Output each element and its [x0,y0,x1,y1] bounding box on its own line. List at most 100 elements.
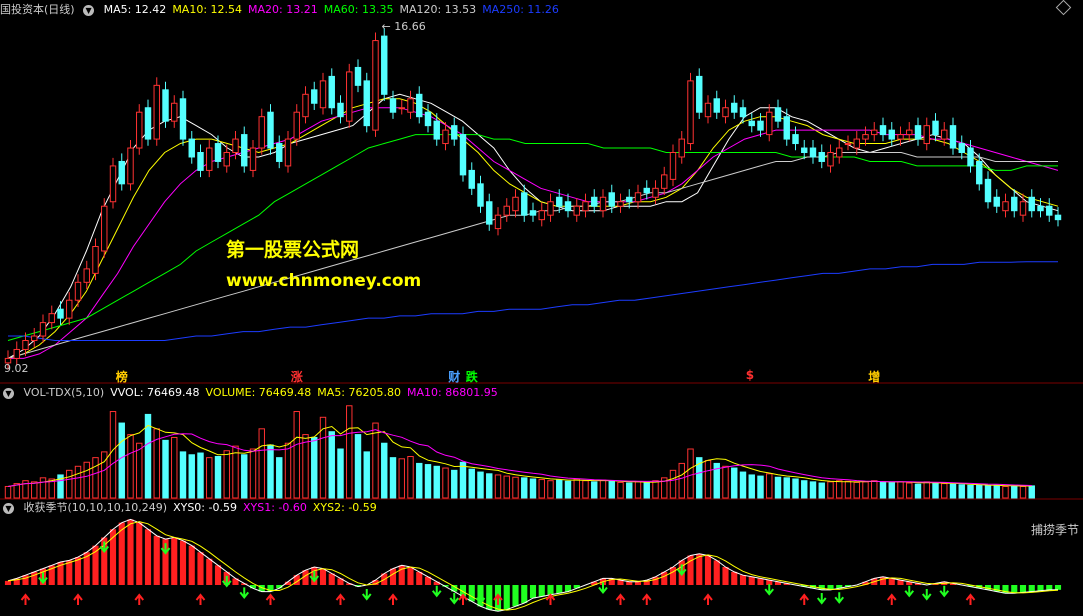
event-marker-4[interactable]: $ [746,368,754,382]
volume-bar [127,434,134,499]
vol-label-1: VVOL: 76469.48 [110,386,200,399]
buy-arrow-icon [265,593,276,605]
candle-body [801,147,808,154]
volume-bar [179,451,187,499]
ind-label-0: 收获季节(10,10,10,10,249) [23,501,168,514]
candle-body [687,80,694,145]
event-marker-5[interactable]: 增 [868,368,880,385]
ma-label-0: MA5: 12.42 [103,3,167,16]
volume-bar [83,461,90,499]
candle-body [792,134,799,145]
candle-body [39,322,47,337]
volume-bar [801,480,808,499]
volume-bar [171,436,178,499]
volume-bar [914,483,922,499]
candle-body [591,196,598,207]
volume-bar [416,462,423,499]
candle-body [853,138,860,149]
candle-body [328,75,335,109]
candle-body [984,178,992,203]
candle-body [381,35,388,95]
vol-label-0: VOL-TDX(5,10) [23,386,105,399]
event-marker-0[interactable]: 榜 [116,368,128,385]
sell-arrow-icon [431,585,442,598]
candle-body [442,129,449,145]
volume-bar [223,450,230,499]
volume-bar [783,477,790,499]
volume-ma10-line [7,429,1032,487]
event-marker-3[interactable]: 跌 [466,368,478,385]
ind-label-1: XYS0: -0.59 [173,501,237,514]
volume-bar [949,483,957,499]
candle-body [346,71,353,122]
candle-body [486,201,493,225]
indicator-right-label: 捕捞季节 [1030,523,1079,537]
candle-body [547,201,554,216]
candle-body [74,281,82,301]
candle-body [626,196,633,203]
candle-body [748,120,755,127]
candle-body [319,80,327,109]
volume-bar [564,480,572,499]
candle-body [967,147,974,167]
candle-body [66,299,73,319]
buy-arrow-icon [965,593,976,605]
volume-bar [451,469,458,499]
volume-bar [818,482,825,499]
candle-body [398,107,405,110]
candle-body [22,340,29,350]
volume-bar [862,481,869,499]
candle-body [538,210,545,221]
volume-bar [634,481,642,499]
candle-body [678,138,685,158]
ma-label-3: MA60: 13.35 [323,3,394,16]
indicator-bars [4,519,1062,612]
dropdown-icon[interactable]: ▼ [3,387,14,399]
volume-bar [276,457,283,499]
sell-arrow-icon [921,589,932,601]
candle-body [171,102,178,122]
candle-body [1046,205,1053,216]
ma-line-ma250 [8,261,1058,341]
dropdown-icon[interactable]: ▼ [83,4,95,16]
candle-body [941,129,948,140]
sell-arrow-icon [904,585,915,598]
event-marker-2[interactable]: 财 [448,368,460,385]
sell-arrow-icon [239,587,250,599]
candle-body [564,201,572,212]
volume-bar [354,434,362,499]
ma-labels: MA5: 12.42 MA10: 12.54 MA20: 13.21 MA60: 13… [104,3,565,16]
volume-bar [258,428,265,499]
volume-bar [538,479,545,499]
candle-body [503,205,510,216]
stock-chart[interactable]: ← 16.66 9.02 [0,0,1083,616]
volume-bar [267,444,274,499]
candle-body [179,98,187,140]
volume-bar [757,475,764,499]
candle-body [267,111,274,149]
candle-body [494,214,502,230]
candle-body [634,192,642,203]
volume-bar [879,481,887,499]
candle-body [48,313,55,324]
volume-bar [206,457,213,499]
volume-bar [66,469,73,499]
volume-bar [573,478,580,499]
candlesticks [4,28,1062,370]
volume-ma-lines [7,424,1032,487]
volume-bar [669,469,677,499]
volume-bar [442,467,449,499]
candle-body [1019,201,1027,216]
dropdown-icon[interactable]: ▼ [3,502,14,514]
candle-body [818,152,825,162]
volume-bar [766,473,773,499]
volume-bar [984,485,992,499]
price-labels: ← 16.66 9.02 [4,20,426,375]
buy-arrow-icon [545,593,556,605]
volume-bar [774,476,782,499]
event-marker-1[interactable]: 涨 [291,368,303,385]
candle-body [302,93,309,118]
volume-bar [792,478,799,499]
candle-body [696,75,703,113]
candle-body [232,138,239,154]
